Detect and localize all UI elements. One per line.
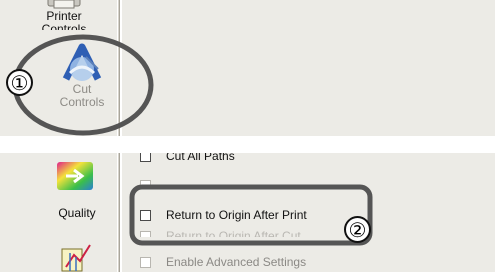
callout-number-1: ① (6, 69, 33, 96)
top-panel: Printer Controls Cut Controls ① (0, 0, 495, 136)
highlight-ring (12, 34, 154, 136)
callout-number-2: ② (344, 216, 371, 243)
highlight-box (129, 184, 373, 246)
bottom-panel: Quality Cut All Paths Return to Origin A… (0, 153, 495, 272)
